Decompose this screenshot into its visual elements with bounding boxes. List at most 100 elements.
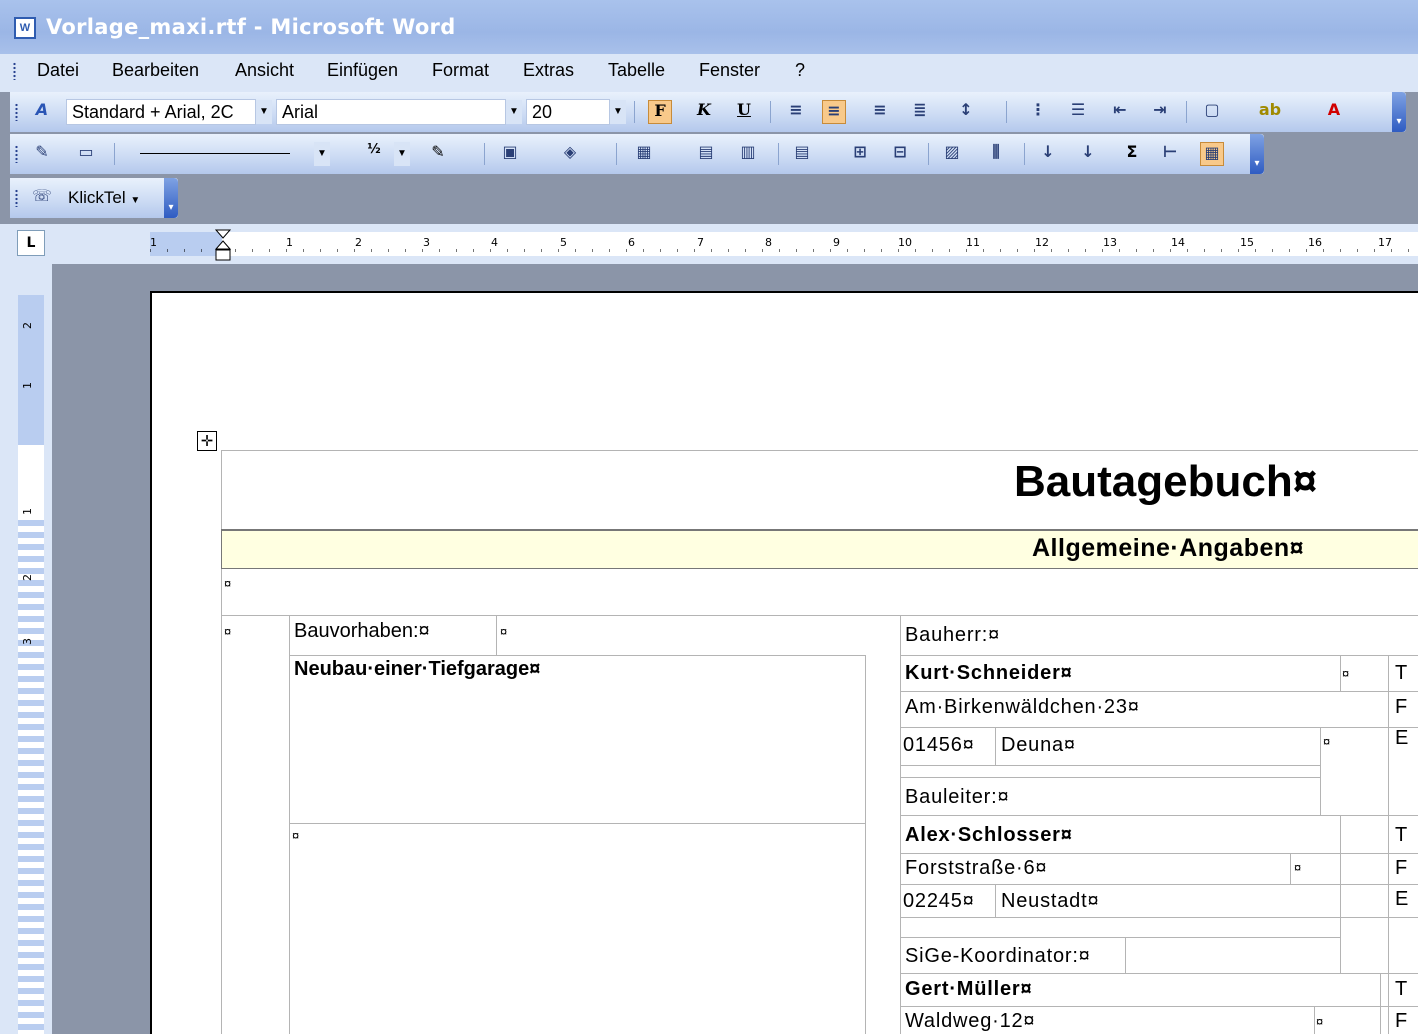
table-gridline (1290, 853, 1291, 884)
indent-marker-icon[interactable] (215, 229, 231, 263)
toolbar-grip-icon[interactable] (15, 145, 18, 163)
ruler-number: 8 (765, 236, 772, 249)
ruler-number: 1 (21, 382, 34, 389)
toolbar-options-icon[interactable]: ▾ (164, 178, 178, 218)
border-icon[interactable]: ▢ (1200, 100, 1224, 124)
toolbar-grip-icon[interactable] (15, 189, 18, 207)
ruler-number: 1 (150, 236, 157, 249)
merge-cells-icon[interactable]: ▤ (694, 142, 718, 166)
manager-street: Forststraße·6¤ (905, 857, 1048, 879)
line-style-dropdown-icon[interactable]: ▼ (314, 142, 330, 166)
bold-button[interactable]: F (648, 100, 672, 124)
split-cells-icon[interactable]: ▥ (736, 142, 760, 166)
table-gridline (289, 823, 865, 824)
menu-einfuegen[interactable]: Einfügen (325, 60, 400, 81)
table-gridline (900, 1006, 1418, 1007)
line-weight-dropdown-icon[interactable]: ▼ (394, 142, 410, 166)
menu-extras[interactable]: Extras (521, 60, 576, 81)
table-gridline (1125, 937, 1126, 973)
client-label: Bauherr:¤ (905, 624, 1001, 646)
table-move-handle-icon[interactable]: ✛ (197, 431, 217, 451)
separator (114, 143, 115, 165)
menu-help[interactable]: ? (793, 60, 807, 81)
menu-fenster[interactable]: Fenster (697, 60, 762, 81)
decrease-indent-icon[interactable]: ⇤ (1108, 100, 1132, 124)
table-gridline (900, 973, 1418, 974)
tab-selector[interactable]: L (17, 230, 45, 256)
increase-indent-icon[interactable]: ⇥ (1148, 100, 1172, 124)
klicktel-menu[interactable]: KlickTel ▼ (68, 188, 140, 208)
horizontal-ruler[interactable]: 1 1 2 3 4 5 6 7 8 9 10 11 12 13 14 15 16… (150, 232, 1418, 256)
toolbar-grip-icon[interactable] (15, 103, 18, 121)
line-spacing-icon[interactable]: ↕ (954, 100, 978, 124)
shading-color-icon[interactable]: ◈ (558, 142, 582, 166)
toolbar-options-icon[interactable]: ▾ (1250, 134, 1264, 174)
style-dropdown-icon[interactable]: ▼ (256, 100, 272, 124)
border-color-icon[interactable]: ✎ (426, 142, 450, 166)
font-select[interactable]: Arial (276, 99, 506, 125)
menu-grip-icon[interactable] (13, 62, 16, 80)
manager-name: Alex·Schlosser¤ (905, 824, 1073, 846)
menu-ansicht[interactable]: Ansicht (233, 60, 296, 81)
font-color-icon[interactable]: A (1322, 100, 1346, 124)
fax-label-partial: F (1395, 696, 1408, 718)
cell-end-mark: ¤ (500, 624, 508, 639)
align-right-icon[interactable]: ≡ (868, 100, 892, 124)
line-style-select[interactable] (130, 141, 314, 167)
italic-button[interactable]: K (692, 100, 716, 124)
menu-datei[interactable]: Datei (35, 60, 81, 81)
eraser-icon[interactable]: ▭ (74, 142, 98, 166)
align-left-icon[interactable]: ≡ (784, 100, 808, 124)
styles-icon[interactable]: A (30, 100, 54, 124)
insert-table-icon[interactable]: ▦ (632, 142, 656, 166)
size-dropdown-icon[interactable]: ▼ (610, 100, 626, 124)
sort-ascending-icon[interactable]: ↓ (1036, 142, 1060, 166)
line-weight-select[interactable]: ½ (362, 142, 386, 166)
sige-label: SiGe-Koordinator:¤ (905, 945, 1091, 967)
klicktel-icon[interactable]: ☏ (30, 186, 54, 210)
vertical-ruler[interactable]: 2 1 1 2 3 (18, 295, 44, 1034)
text-direction-icon[interactable]: ⫼ (984, 142, 1008, 166)
separator (770, 101, 771, 123)
table-gridline (900, 615, 901, 1034)
document-heading: Bautagebuch¤ (1014, 457, 1318, 506)
cell-alignment-icon[interactable]: ▤ (790, 142, 814, 166)
ruler-number: 2 (355, 236, 362, 249)
toolbar-options-icon[interactable]: ▾ (1392, 92, 1406, 132)
distribute-rows-icon[interactable]: ⊞ (848, 142, 872, 166)
client-street: Am·Birkenwäldchen·23¤ (905, 696, 1140, 718)
table-gridline (900, 765, 1320, 766)
word-document-icon[interactable]: W (14, 17, 36, 39)
draw-table-icon[interactable]: ✎ (30, 142, 54, 166)
underline-button[interactable]: U (732, 100, 756, 124)
ruler-shaded-zone (18, 520, 44, 1034)
outside-border-icon[interactable]: ▣ (498, 142, 522, 166)
ruler-ticks (150, 249, 1418, 252)
separator (1186, 101, 1187, 123)
font-dropdown-icon[interactable]: ▼ (506, 100, 522, 124)
align-justify-icon[interactable]: ≣ (908, 100, 932, 124)
table-gridline (900, 691, 1418, 692)
phone-label-partial: T (1395, 662, 1408, 684)
sige-name: Gert·Müller¤ (905, 978, 1033, 1000)
table-gridline (865, 655, 866, 1034)
numbered-list-icon[interactable]: ⋮ (1026, 100, 1050, 124)
autosum-icon[interactable]: Σ (1120, 142, 1144, 166)
bullet-list-icon[interactable]: ☰ (1066, 100, 1090, 124)
menu-format[interactable]: Format (430, 60, 491, 81)
font-size-select[interactable]: 20 (526, 99, 610, 125)
table-properties-icon[interactable]: ⊢ (1158, 142, 1182, 166)
menu-bearbeiten[interactable]: Bearbeiten (110, 60, 201, 81)
menu-tabelle[interactable]: Tabelle (606, 60, 667, 81)
table-autoformat-icon[interactable]: ▨ (940, 142, 964, 166)
show-gridlines-icon[interactable]: ▦ (1200, 142, 1224, 166)
style-select[interactable]: Standard + Arial, 2C (66, 99, 256, 125)
separator (1024, 143, 1025, 165)
klicktel-dropdown-icon: ▼ (130, 195, 141, 206)
highlight-icon[interactable]: ab (1258, 100, 1282, 124)
sort-descending-icon[interactable]: ↓ (1076, 142, 1100, 166)
fax-label-partial: F (1395, 1010, 1408, 1032)
ruler-number: 16 (1308, 236, 1322, 249)
align-center-icon[interactable]: ≡ (822, 100, 846, 124)
distribute-columns-icon[interactable]: ⊟ (888, 142, 912, 166)
